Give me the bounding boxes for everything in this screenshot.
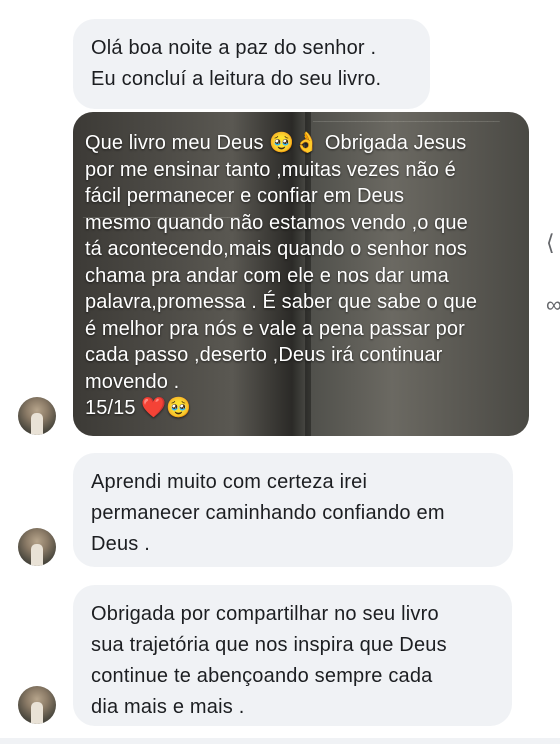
caption-line: movendo .: [85, 370, 180, 393]
photo-caption: Que livro meu Deus 🥹👌 Obrigada Jesus por…: [85, 130, 523, 422]
caption-line: mesmo quando não estamos vendo ,o que: [85, 211, 468, 234]
caption-line: é melhor pra nós e vale a pena passar po…: [85, 317, 465, 340]
message-text-line: Obrigada por compartilhar no seu livro: [91, 603, 439, 625]
caption-line: por me ensinar tanto ,muitas vezes não é: [85, 158, 456, 181]
message-bubble-1[interactable]: Olá boa noite a paz do senhor . Eu concl…: [73, 19, 430, 109]
book-page-texture: ───────────────────────────────: [313, 117, 500, 128]
message-text-line: sua trajetória que nos inspira que Deus: [91, 634, 447, 656]
message-bubble-3[interactable]: Aprendi muito com certeza irei permanece…: [73, 453, 513, 567]
caption-line: tá acontecendo,mais quando o senhor nos: [85, 238, 467, 260]
caption-counter: 15/15 ❤️🥹: [85, 397, 192, 419]
caption-line: palavra,promessa . É saber que sabe o qu…: [85, 291, 478, 313]
message-text-line: continue te abençoando sempre cada: [91, 665, 433, 687]
message-bubble-4[interactable]: Obrigada por compartilhar no seu livro s…: [73, 585, 512, 726]
message-text-line: permanecer caminhando confiando em: [91, 502, 445, 524]
user-avatar[interactable]: [18, 686, 56, 724]
message-text-line: Eu concluí a leitura do seu livro.: [91, 68, 382, 90]
message-text-line: Olá boa noite a paz do senhor .: [91, 37, 377, 59]
message-text-line: dia mais e mais .: [91, 696, 245, 718]
share-icon[interactable]: ⟨: [546, 229, 560, 257]
caption-line: Que livro meu Deus 🥹👌 Obrigada Jesus: [85, 132, 467, 154]
user-avatar[interactable]: [18, 528, 56, 566]
caption-line: chama pra andar com ele e nos dar uma: [85, 264, 449, 287]
photo-message[interactable]: ─────────────────────────────── ────────…: [73, 112, 529, 436]
message-text-line: Aprendi muito com certeza irei: [91, 471, 368, 493]
caption-line: cada passo ,deserto ,Deus irá continuar: [85, 344, 443, 366]
caption-line: fácil permanecer e confiar em Deus: [85, 185, 405, 207]
user-avatar[interactable]: [18, 397, 56, 435]
message-text-line: Deus .: [91, 533, 151, 555]
next-message-edge: [0, 738, 560, 744]
link-icon[interactable]: ∞: [546, 291, 560, 319]
